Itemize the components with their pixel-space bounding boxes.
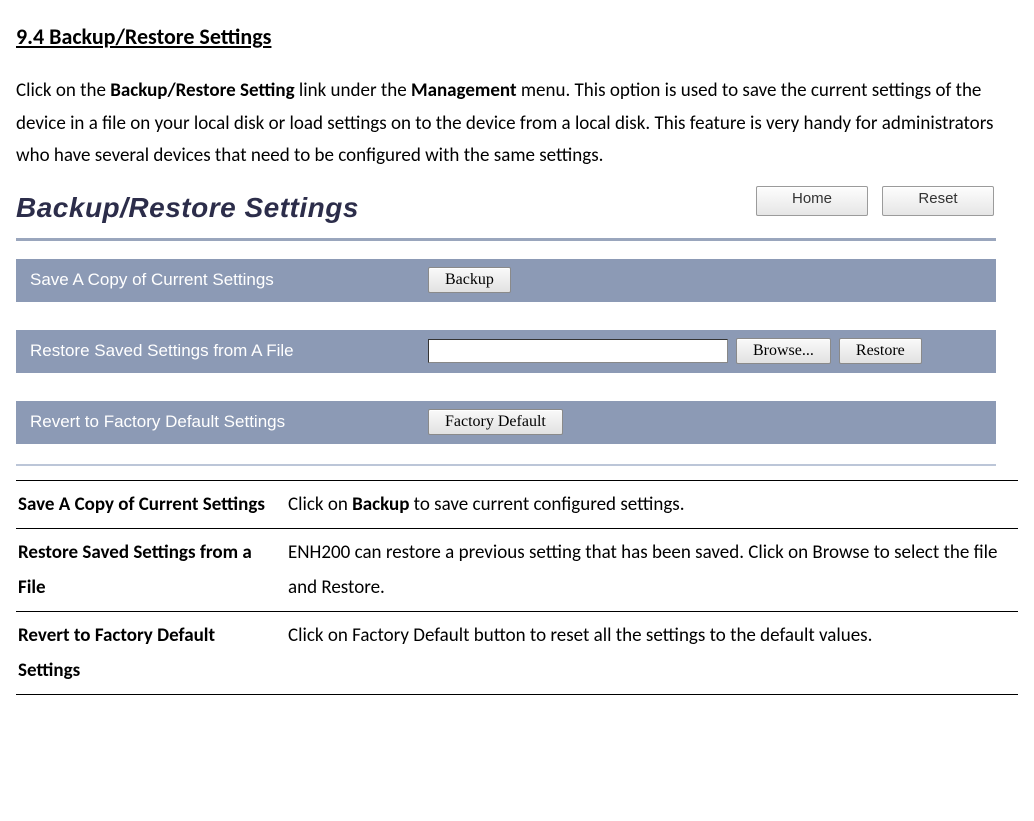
backup-button[interactable]: Backup — [428, 267, 511, 293]
table-row: Revert to Factory Default Settings Click… — [16, 611, 1018, 694]
desc-save: Click on Backup to save current configur… — [286, 480, 1018, 528]
intro-bold-link: Backup/Restore Setting — [110, 79, 294, 102]
reset-button[interactable]: Reset — [882, 186, 994, 216]
intro-text: Click on the — [16, 79, 110, 102]
restore-file-input[interactable] — [428, 339, 728, 363]
desc-bold: Backup — [352, 493, 409, 516]
desc-text: to save current configured settings. — [409, 493, 684, 516]
term-revert: Revert to Factory Default Settings — [16, 611, 286, 694]
row-controls-restore: Browse... Restore — [416, 330, 996, 373]
desc-text: Click on — [288, 493, 352, 516]
description-table: Save A Copy of Current Settings Click on… — [16, 480, 1018, 696]
row-label-restore: Restore Saved Settings from A File — [16, 330, 416, 373]
row-save-settings: Save A Copy of Current Settings Backup — [16, 259, 996, 302]
desc-revert: Click on Factory Default button to reset… — [286, 611, 1018, 694]
row-label-revert: Revert to Factory Default Settings — [16, 401, 416, 444]
browse-button[interactable]: Browse... — [736, 338, 831, 364]
term-save: Save A Copy of Current Settings — [16, 480, 286, 528]
desc-restore: ENH200 can restore a previous setting th… — [286, 528, 1018, 611]
intro-paragraph: Click on the Backup/Restore Setting link… — [16, 75, 1018, 172]
intro-bold-menu: Management — [411, 79, 517, 102]
home-button[interactable]: Home — [756, 186, 868, 216]
divider-bottom — [16, 464, 996, 466]
factory-default-button[interactable]: Factory Default — [428, 409, 563, 435]
restore-button[interactable]: Restore — [839, 338, 922, 364]
table-row: Restore Saved Settings from a File ENH20… — [16, 528, 1018, 611]
row-restore-settings: Restore Saved Settings from A File Brows… — [16, 330, 996, 373]
row-controls-save: Backup — [416, 259, 996, 302]
row-controls-revert: Factory Default — [416, 401, 996, 444]
panel-header: Backup/Restore Settings Home Reset — [16, 180, 996, 238]
panel-title: Backup/Restore Settings — [16, 184, 359, 232]
intro-text: link under the — [295, 79, 411, 102]
row-label-save: Save A Copy of Current Settings — [16, 259, 416, 302]
settings-panel-screenshot: Backup/Restore Settings Home Reset Save … — [16, 180, 996, 465]
row-revert-settings: Revert to Factory Default Settings Facto… — [16, 401, 996, 444]
table-row: Save A Copy of Current Settings Click on… — [16, 480, 1018, 528]
section-heading: 9.4 Backup/Restore Settings — [16, 18, 1018, 55]
term-restore: Restore Saved Settings from a File — [16, 528, 286, 611]
divider — [16, 238, 996, 241]
panel-top-buttons: Home Reset — [756, 186, 994, 216]
